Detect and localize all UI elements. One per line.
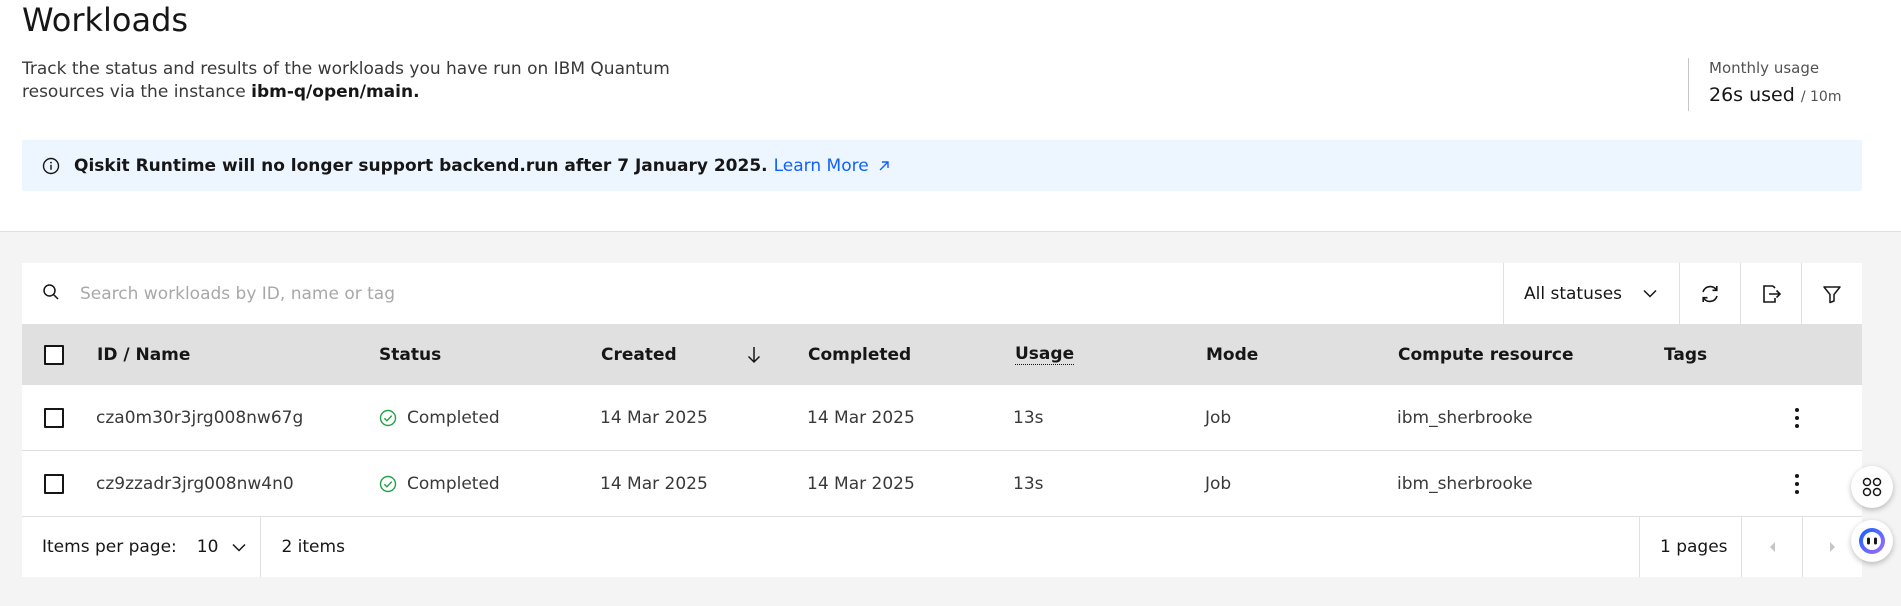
search-bar [22, 263, 1503, 324]
page-title: Workloads [22, 1, 189, 39]
usage-value: 26s used / 10m [1709, 83, 1841, 109]
pages-count: 1 pages [1639, 517, 1728, 577]
sort-descending-icon[interactable] [747, 324, 761, 385]
arrow-up-right-icon [879, 160, 889, 170]
banner-text: Qiskit Runtime will no longer support ba… [74, 155, 768, 176]
status-filter-value: All statuses [1524, 283, 1623, 304]
row-mode: Job [1205, 407, 1232, 428]
table-row[interactable]: cza0m30r3jrg008nw67g Completed 14 Mar 20… [22, 385, 1862, 451]
row-created: 14 Mar 2025 [600, 407, 708, 428]
row-select-cell [44, 451, 64, 516]
row-status: Completed [379, 451, 500, 516]
previous-page-button[interactable] [1741, 517, 1802, 577]
row-compute-resource: ibm_sherbrooke [1397, 473, 1533, 494]
row-checkbox[interactable] [44, 473, 64, 494]
chevron-down-icon [1643, 289, 1657, 298]
usage-label: Monthly usage [1709, 59, 1820, 77]
monthly-usage: Monthly usage 26s used / 10m [1688, 58, 1841, 111]
header-tags[interactable]: Tags [1664, 324, 1707, 385]
caret-left-icon [1770, 542, 1775, 552]
notification-banner: Qiskit Runtime will no longer support ba… [22, 140, 1862, 191]
export-button[interactable] [1740, 263, 1801, 324]
usage-used: 26s used [1709, 84, 1795, 106]
items-per-page: Items per page: 10 2 items [22, 517, 345, 577]
row-usage: 13s [1013, 407, 1044, 428]
table-header: ID / Name Status Created Completed Usage… [22, 324, 1862, 385]
row-mode: Job [1205, 473, 1232, 494]
info-icon [42, 156, 62, 176]
chevron-down-icon [232, 543, 246, 552]
apps-button[interactable] [1851, 466, 1893, 508]
header-created[interactable]: Created [601, 324, 677, 385]
status-filter-dropdown[interactable]: All statuses [1503, 263, 1679, 324]
row-overflow-menu[interactable] [1794, 451, 1800, 516]
items-per-page-select[interactable]: 10 [197, 517, 262, 577]
apps-icon [1862, 477, 1882, 497]
header-status[interactable]: Status [379, 324, 441, 385]
usage-limit: / 10m [1800, 89, 1842, 105]
row-compute-resource: ibm_sherbrooke [1397, 407, 1533, 428]
row-checkbox[interactable] [44, 407, 64, 428]
overflow-menu-icon [1795, 473, 1799, 494]
items-count: 2 items [281, 537, 345, 557]
learn-more-label: Learn More [773, 155, 869, 176]
items-per-page-value: 10 [196, 537, 219, 557]
pagination: Items per page: 10 2 items 1 pages [22, 517, 1862, 577]
header-id-name[interactable]: ID / Name [97, 324, 190, 385]
items-per-page-label: Items per page: [42, 537, 177, 557]
caret-right-icon [1830, 542, 1835, 552]
row-status-label: Completed [407, 473, 500, 494]
header-usage[interactable]: Usage [1015, 324, 1075, 385]
table-toolbar: All statuses [22, 263, 1862, 324]
search-input[interactable] [80, 283, 980, 304]
row-id[interactable]: cz9zzadr3jrg008nw4n0 [96, 451, 294, 516]
header-mode[interactable]: Mode [1206, 324, 1258, 385]
row-status: Completed [379, 385, 500, 450]
checkmark-circle-icon [379, 409, 397, 426]
assistant-button[interactable] [1851, 520, 1893, 562]
row-select-cell [44, 385, 64, 450]
search-icon [42, 283, 60, 305]
assistant-icon [1859, 528, 1885, 554]
refresh-button[interactable] [1679, 263, 1740, 324]
row-overflow-menu[interactable] [1794, 385, 1800, 450]
filter-icon [1823, 285, 1841, 303]
page-header: Workloads Track the status and results o… [0, 0, 1901, 232]
row-id[interactable]: cza0m30r3jrg008nw67g [96, 385, 303, 450]
select-all-checkbox[interactable] [44, 344, 64, 365]
export-icon [1763, 284, 1782, 303]
row-created: 14 Mar 2025 [600, 473, 708, 494]
page-description: Track the status and results of the work… [22, 58, 682, 104]
refresh-icon [1702, 285, 1718, 302]
select-all-cell [44, 324, 64, 385]
row-usage: 13s [1013, 473, 1044, 494]
learn-more-link[interactable]: Learn More [774, 156, 891, 176]
header-completed[interactable]: Completed [808, 324, 911, 385]
checkmark-circle-icon [379, 475, 397, 492]
overflow-menu-icon [1795, 407, 1799, 428]
workloads-table: All statuses ID / Name Status Created Co… [22, 263, 1862, 577]
row-completed: 14 Mar 2025 [807, 407, 915, 428]
header-compute-resource[interactable]: Compute resource [1398, 324, 1574, 385]
filter-button[interactable] [1801, 263, 1862, 324]
row-status-label: Completed [407, 407, 500, 428]
table-row[interactable]: cz9zzadr3jrg008nw4n0 Completed 14 Mar 20… [22, 451, 1862, 517]
row-completed: 14 Mar 2025 [807, 473, 915, 494]
header-usage-label: Usage [1015, 344, 1075, 365]
instance-name: ibm-q/open/main. [251, 82, 420, 102]
